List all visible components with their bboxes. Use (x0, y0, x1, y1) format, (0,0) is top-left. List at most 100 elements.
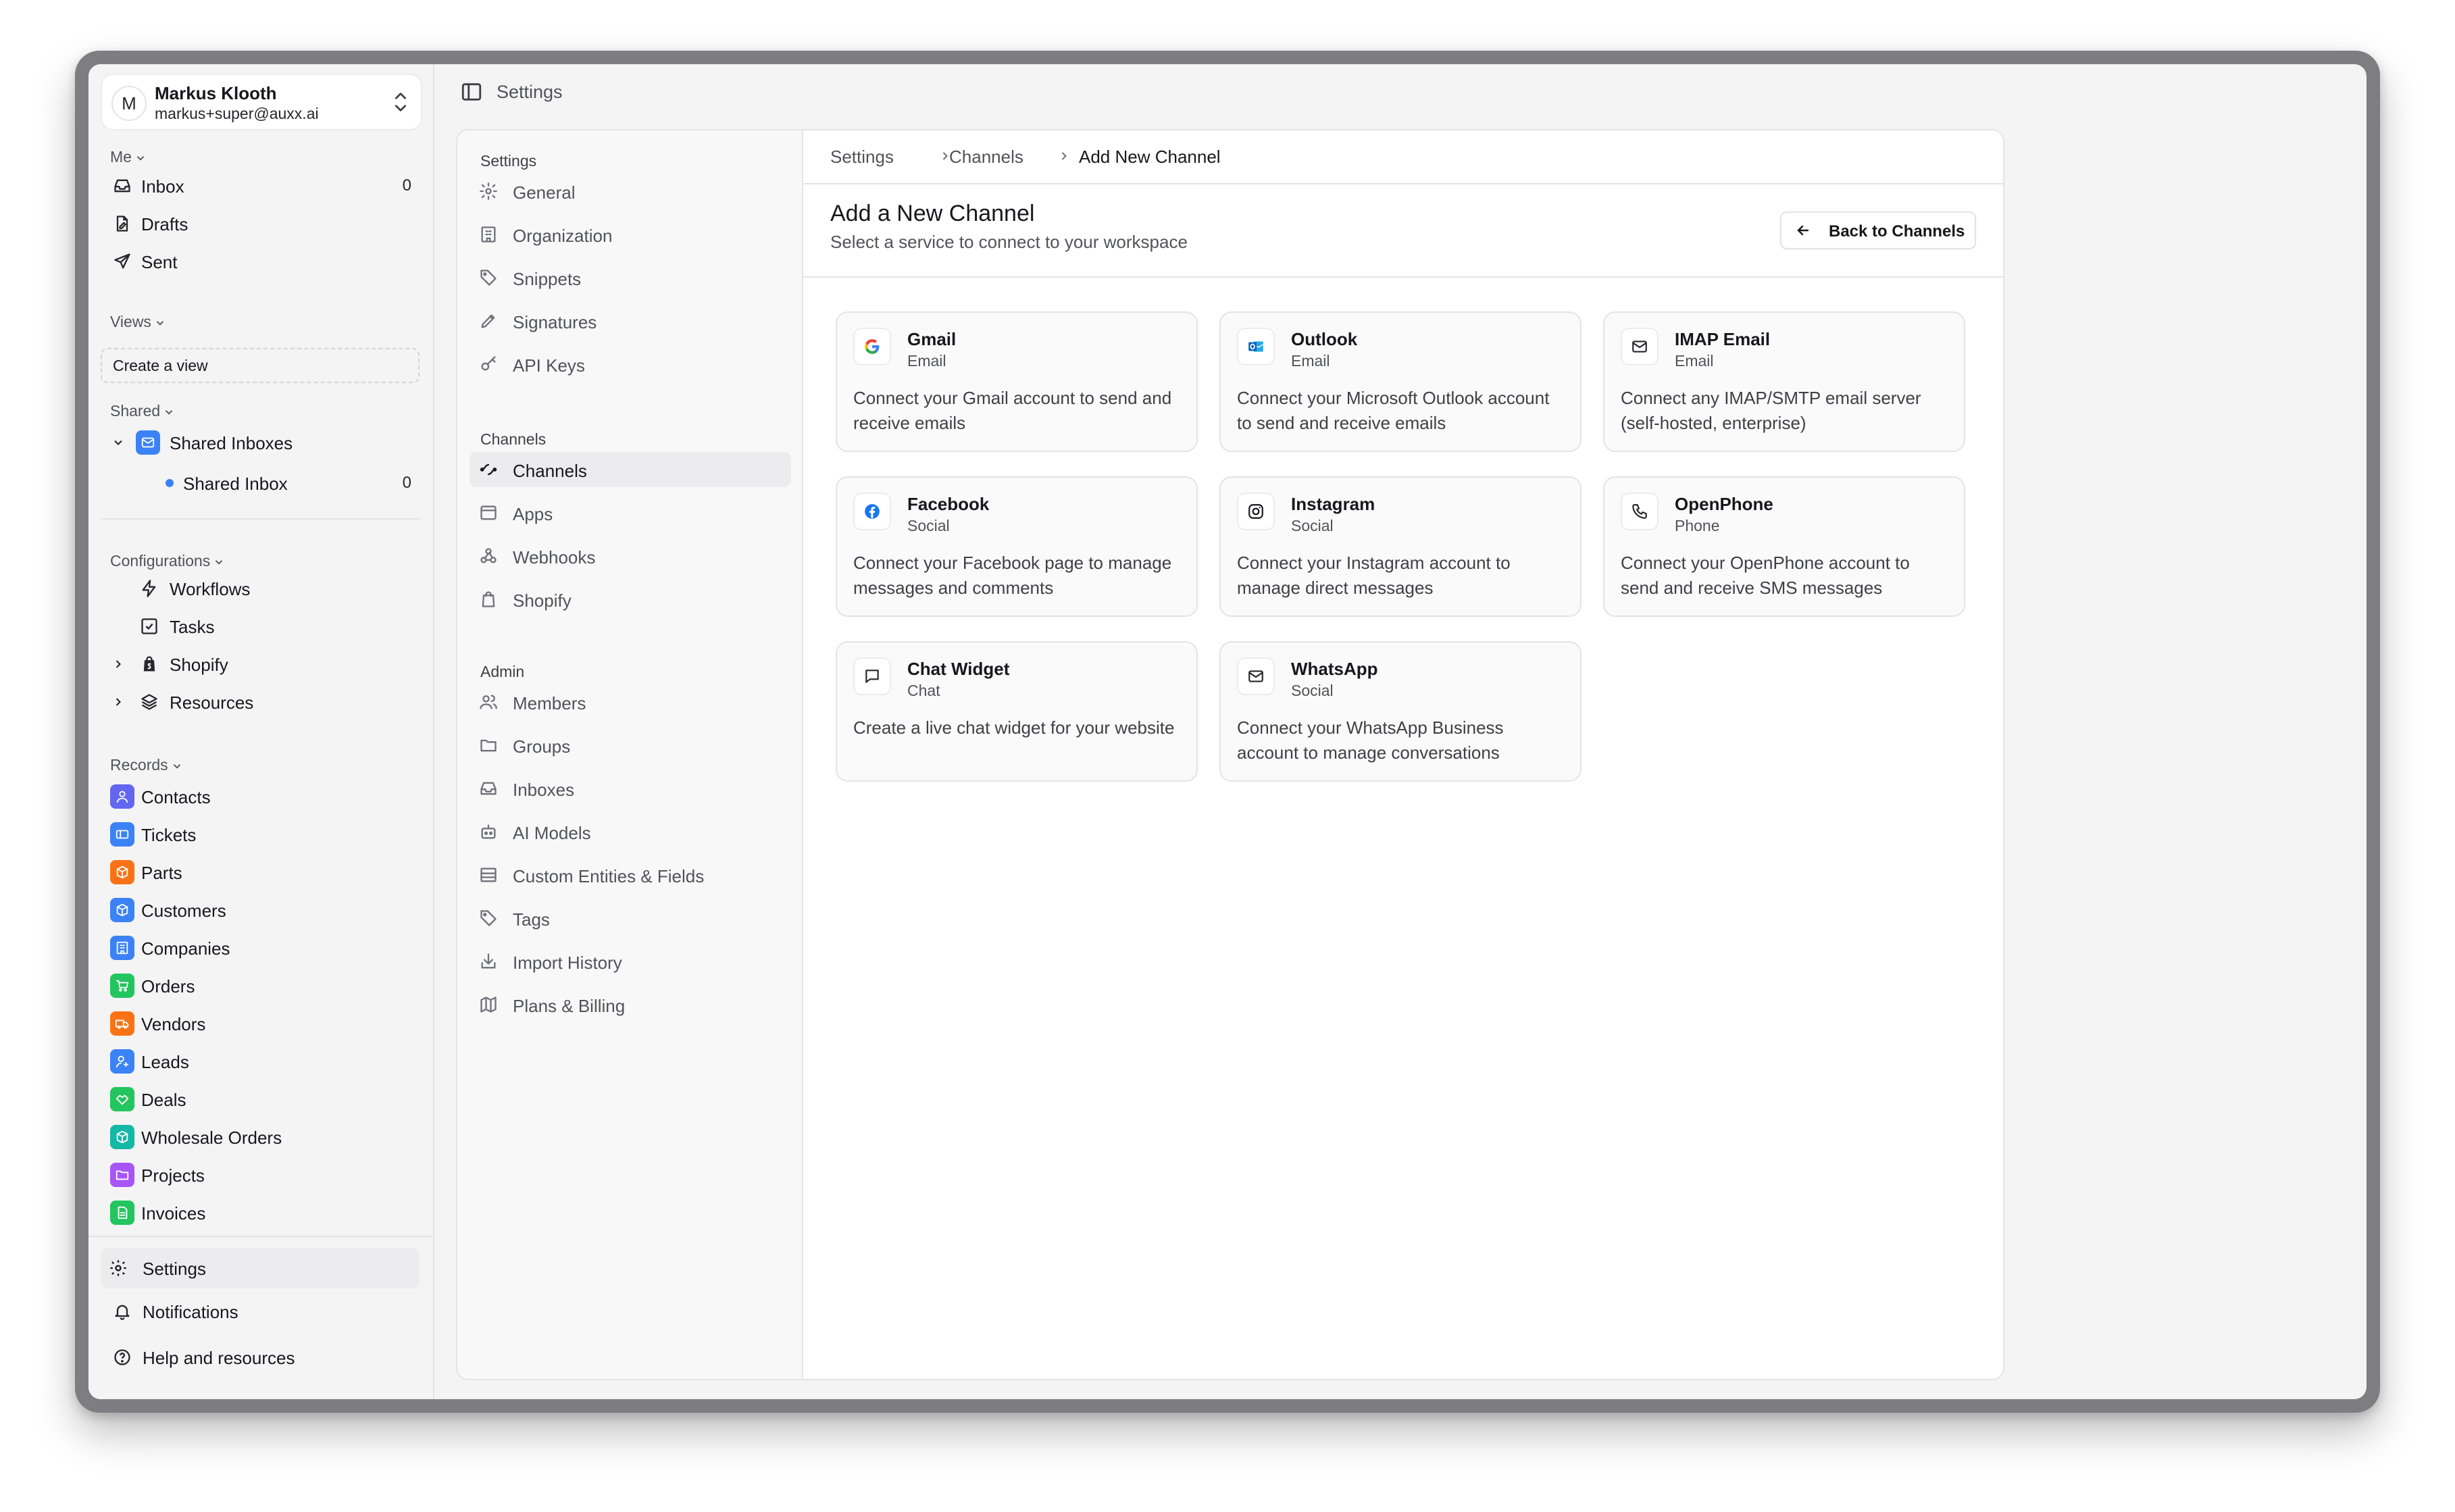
section-configurations-toggle[interactable]: Configurations (110, 552, 225, 570)
sidebar-item-label: Invoices (141, 1203, 206, 1224)
channel-card-outlook[interactable]: Outlook Email Connect your Microsoft Outlo… (1219, 311, 1581, 452)
sidebar-item-label: Shared Inboxes (170, 433, 293, 453)
settings-nav-label: Channels (513, 461, 587, 481)
section-shared-toggle[interactable]: Shared (110, 402, 175, 420)
bag-icon (482, 591, 495, 607)
settings-nav-channels[interactable]: Channels (470, 452, 791, 487)
channel-category: Email (1291, 352, 1330, 370)
tag-icon (480, 270, 497, 286)
folder-icon (110, 1163, 134, 1187)
settings-nav-apps[interactable]: Apps (470, 495, 791, 530)
settings-nav-api-keys[interactable]: API Keys (470, 347, 791, 382)
settings-nav-groups[interactable]: Groups (470, 728, 791, 763)
sidebar-toggle-icon[interactable] (460, 80, 483, 103)
channel-card-gmail[interactable]: Gmail Email Connect your Gmail account to … (836, 311, 1198, 452)
sidebar-item-drafts[interactable]: Drafts (107, 206, 417, 240)
settings-nav-label: API Keys (513, 355, 585, 376)
channel-card-imap-email[interactable]: IMAP Email Email Connect any IMAP/SMTP ema… (1603, 311, 1965, 452)
layers-icon (141, 694, 157, 710)
settings-nav-label: Inboxes (513, 780, 575, 800)
instagram-icon (1237, 493, 1275, 530)
handshake-icon (110, 1087, 134, 1111)
sidebar-item-label: Notifications (143, 1302, 238, 1322)
settings-nav-label: Webhooks (513, 547, 596, 568)
sidebar-item-projects[interactable]: Projects (107, 1157, 417, 1191)
sidebar-item-settings[interactable]: Settings (101, 1248, 420, 1288)
back-to-channels-button[interactable]: Back to Channels (1780, 211, 1976, 249)
sidebar-item-orders[interactable]: Orders (107, 968, 417, 1002)
settings-nav-label: Tags (513, 909, 550, 930)
sidebar-item-companies[interactable]: Companies (107, 930, 417, 964)
chevron-down-icon[interactable] (111, 436, 125, 449)
settings-nav-import-history[interactable]: Import History (470, 944, 791, 979)
sidebar-item-parts[interactable]: Parts (107, 855, 417, 888)
chevron-down-icon (173, 764, 180, 769)
sidebar-item-invoices[interactable]: Invoices (107, 1195, 417, 1229)
sidebar-item-tasks[interactable]: Tasks (107, 609, 417, 642)
settings-nav-general[interactable]: General (470, 174, 791, 209)
section-me-toggle[interactable]: Me (110, 148, 147, 166)
account-email: markus+super@auxx.ai (155, 105, 319, 122)
sidebar-item-resources[interactable]: Resources (107, 684, 417, 718)
settings-nav: Settings General Organization Snippets Signa… (457, 130, 803, 1379)
settings-nav-members[interactable]: Members (470, 684, 791, 720)
sidebar-item-wholesale-orders[interactable]: Wholesale Orders (107, 1119, 417, 1153)
sidebar-item-label: Projects (141, 1165, 205, 1186)
settings-nav-ai-models[interactable]: AI Models (470, 814, 791, 849)
settings-nav-heading: Admin (480, 663, 525, 680)
chevron-down-icon (166, 410, 173, 415)
sidebar-item-label: Drafts (141, 214, 188, 234)
settings-nav-label: Apps (513, 504, 553, 524)
channel-card-facebook[interactable]: Facebook Social Connect your Facebook page… (836, 476, 1198, 617)
sidebar-item-tickets[interactable]: Tickets (107, 817, 417, 851)
channel-description: Connect your OpenPhone account to send a… (1621, 553, 1910, 598)
sidebar-item-contacts[interactable]: Contacts (107, 779, 417, 813)
sidebar-item-shared-inboxes[interactable]: Shared Inboxes (107, 425, 417, 459)
breadcrumb-channels[interactable]: Channels (949, 147, 1023, 168)
create-view-button[interactable]: Create a view (101, 348, 420, 383)
org-icon (481, 226, 496, 243)
sidebar-item-notifications[interactable]: Notifications (107, 1294, 417, 1328)
chevron-right-icon (1061, 152, 1067, 160)
sidebar-item-sent[interactable]: Sent (107, 244, 417, 278)
sidebar-item-shared-inbox[interactable]: Shared Inbox 0 (107, 465, 417, 499)
sidebar-item-label: Orders (141, 976, 195, 997)
folder-icon (480, 739, 497, 752)
sidebar-item-leads[interactable]: Leads (107, 1044, 417, 1078)
sidebar-item-label: Settings (143, 1259, 206, 1279)
channel-card-chat-widget[interactable]: Chat Widget Chat Create a live chat widget… (836, 641, 1198, 782)
sidebar-item-help[interactable]: Help and resources (107, 1340, 417, 1374)
channel-name: IMAP Email (1675, 329, 1771, 349)
breadcrumb-settings[interactable]: Settings (830, 147, 894, 168)
chevron-right-icon[interactable] (111, 695, 125, 709)
channel-card-whatsapp[interactable]: WhatsApp Social Connect your WhatsApp Busi… (1219, 641, 1581, 782)
settings-nav-tags[interactable]: Tags (470, 901, 791, 936)
settings-nav-custom-entities[interactable]: Custom Entities & Fields (470, 857, 791, 892)
sidebar-item-vendors[interactable]: Vendors (107, 1006, 417, 1040)
section-views-toggle[interactable]: Views (110, 313, 166, 331)
avatar: M (111, 86, 147, 121)
settings-nav-webhooks[interactable]: Webhooks (470, 538, 791, 574)
channel-description: Connect your Instagram account to manage… (1237, 553, 1511, 598)
sidebar-item-deals[interactable]: Deals (107, 1082, 417, 1115)
sidebar-item-shopify[interactable]: Shopify (107, 647, 417, 680)
channel-description: Connect your Facebook page to manage mes… (853, 553, 1172, 598)
channel-card-instagram[interactable]: Instagram Social Connect your Instagram ac… (1219, 476, 1581, 617)
settings-nav-shopify[interactable]: Shopify (470, 582, 791, 617)
facebook-icon (853, 493, 891, 530)
settings-nav-signatures[interactable]: Signatures (470, 303, 791, 338)
channel-card-openphone[interactable]: OpenPhone Phone Connect your OpenPhone acc… (1603, 476, 1965, 617)
chevron-right-icon[interactable] (111, 657, 125, 671)
settings-nav-snippets[interactable]: Snippets (470, 260, 791, 295)
settings-nav-plans-billing[interactable]: Plans & Billing (470, 987, 791, 1022)
sidebar-item-customers[interactable]: Customers (107, 892, 417, 926)
sidebar-item-label: Sent (141, 252, 178, 272)
sidebar-item-label: Tickets (141, 825, 197, 845)
settings-nav-inboxes[interactable]: Inboxes (470, 771, 791, 806)
account-switcher[interactable]: M Markus Klooth markus+super@auxx.ai (101, 74, 422, 130)
sidebar-item-inbox[interactable]: Inbox 0 (107, 168, 417, 202)
section-records-toggle[interactable]: Records (110, 756, 183, 774)
settings-nav-organization[interactable]: Organization (470, 217, 791, 252)
sidebar-item-workflows[interactable]: Workflows (107, 571, 417, 605)
channel-category: Social (1291, 682, 1334, 699)
